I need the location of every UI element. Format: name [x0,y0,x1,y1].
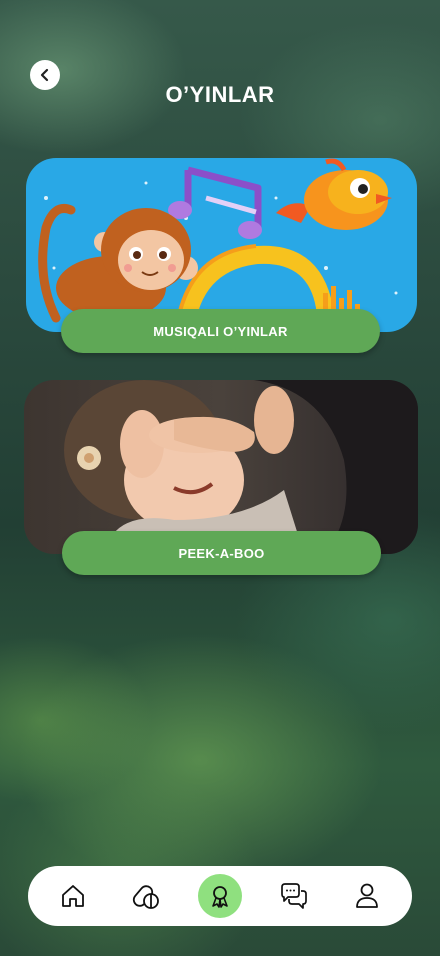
pills-icon [133,885,160,909]
bottom-nav [28,866,412,926]
cartoon-illustration [26,158,417,332]
musical-games-button[interactable]: MUSIQALI O’YINLAR [61,309,380,353]
chevron-left-icon [40,68,49,82]
card-image-musical [26,158,417,332]
peekaboo-photo [24,380,418,554]
nav-profile[interactable] [345,874,389,918]
user-icon [356,883,379,908]
peek-a-boo-button[interactable]: PEEK-A-BOO [62,531,381,575]
nav-home[interactable] [51,874,95,918]
nav-achievements[interactable] [197,874,242,918]
card-image-peekaboo [24,380,418,554]
home-icon [61,885,84,907]
chat-bubbles-icon [280,883,307,909]
award-ribbon-icon [212,886,228,908]
card-peek-a-boo[interactable]: PEEK-A-BOO [24,380,418,575]
nav-chat[interactable] [272,874,316,918]
page-title: O’YINLAR [165,82,275,107]
card-musical-games[interactable]: MUSIQALI O’YINLAR [26,158,417,353]
nav-pills[interactable] [124,874,168,918]
